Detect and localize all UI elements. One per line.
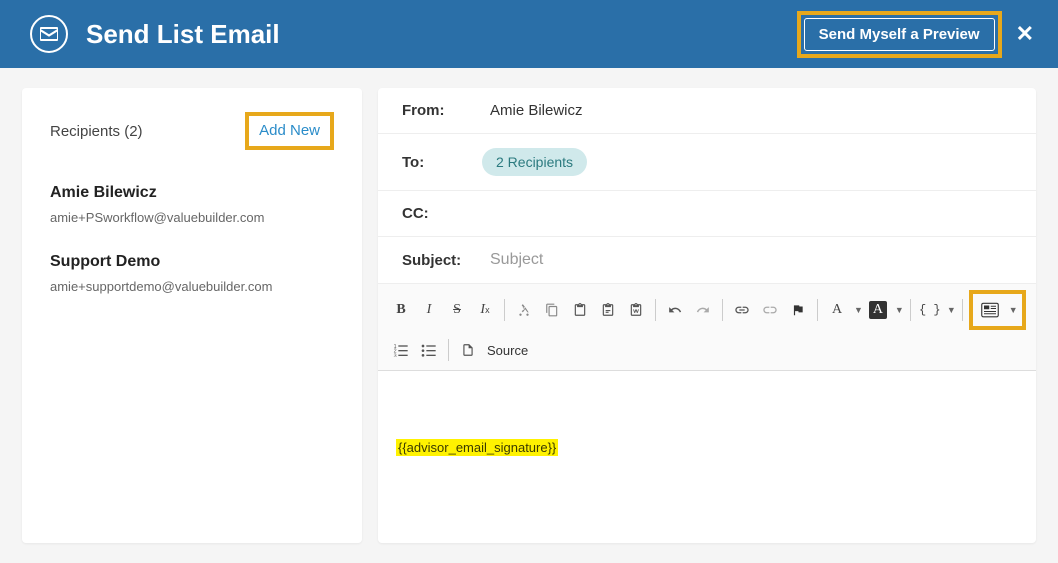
email-icon (30, 15, 68, 53)
undo-button[interactable] (662, 296, 688, 324)
variable-dropdown[interactable]: ▼ (947, 305, 956, 315)
recipient-item[interactable]: Amie Bilewicz amie+PSworkflow@valuebuild… (50, 184, 334, 225)
recipient-name: Support Demo (50, 253, 334, 271)
content-area: Recipients (2) Add New Amie Bilewicz ami… (0, 68, 1058, 563)
highlight-add-new: Add New (245, 112, 334, 150)
text-color-dropdown[interactable]: ▼ (854, 305, 863, 315)
from-row: From: Amie Bilewicz (378, 88, 1036, 134)
toolbar-separator (448, 339, 449, 361)
bg-color-dropdown[interactable]: ▼ (895, 305, 904, 315)
recipient-item[interactable]: Support Demo amie+supportdemo@valuebuild… (50, 253, 334, 294)
paste-word-button[interactable] (623, 296, 649, 324)
copy-button[interactable] (539, 296, 565, 324)
toolbar-separator (655, 299, 656, 321)
highlight-placeholder-button: ▼ (969, 290, 1026, 330)
to-label: To: (402, 154, 482, 171)
numbered-list-button[interactable]: 123 (388, 336, 414, 364)
bg-color-button[interactable]: A (865, 296, 891, 324)
add-new-link[interactable]: Add New (259, 122, 320, 139)
source-button[interactable]: Source (483, 343, 532, 358)
cut-button[interactable] (511, 296, 537, 324)
strikethrough-button[interactable]: S (444, 296, 470, 324)
from-label: From: (402, 102, 482, 119)
paste-button[interactable] (567, 296, 593, 324)
recipients-pill[interactable]: 2 Recipients (482, 148, 587, 176)
subject-row: Subject: (378, 237, 1036, 284)
link-button[interactable] (729, 296, 755, 324)
svg-text:3: 3 (394, 353, 397, 357)
send-preview-button[interactable]: Send Myself a Preview (804, 18, 995, 51)
to-row: To: 2 Recipients (378, 134, 1036, 191)
cc-row[interactable]: CC: (378, 191, 1036, 237)
paste-text-button[interactable] (595, 296, 621, 324)
flag-button[interactable] (785, 296, 811, 324)
insert-variable-button[interactable]: { } (917, 296, 943, 324)
cc-label: CC: (402, 205, 482, 222)
from-value[interactable]: Amie Bilewicz (482, 102, 583, 119)
toolbar-separator (722, 299, 723, 321)
placeholder-button[interactable] (977, 296, 1003, 324)
italic-button[interactable]: I (416, 296, 442, 324)
redo-button[interactable] (690, 296, 716, 324)
remove-format-button[interactable]: Ix (472, 296, 498, 324)
recipients-panel: Recipients (2) Add New Amie Bilewicz ami… (22, 88, 362, 543)
text-color-button[interactable]: A (824, 296, 850, 324)
source-icon[interactable] (455, 336, 481, 364)
recipients-count-label: Recipients (2) (50, 123, 143, 140)
app-header: Send List Email Send Myself a Preview ✕ (0, 0, 1058, 68)
bold-button[interactable]: B (388, 296, 414, 324)
signature-placeholder-token[interactable]: {{advisor_email_signature}} (396, 439, 558, 456)
compose-panel: From: Amie Bilewicz To: 2 Recipients CC:… (378, 88, 1036, 543)
recipient-email: amie+supportdemo@valuebuilder.com (50, 279, 334, 294)
editor-body[interactable]: {{advisor_email_signature}} (378, 371, 1036, 543)
toolbar-separator (910, 299, 911, 321)
bullet-list-button[interactable] (416, 336, 442, 364)
toolbar-separator (962, 299, 963, 321)
subject-label: Subject: (402, 252, 482, 269)
recipient-email: amie+PSworkflow@valuebuilder.com (50, 210, 334, 225)
toolbar-separator (504, 299, 505, 321)
placeholder-dropdown[interactable]: ▼ (1009, 305, 1018, 315)
subject-input[interactable] (482, 251, 1012, 269)
editor-toolbar: B I S Ix (378, 284, 1036, 371)
toolbar-separator (817, 299, 818, 321)
editor-empty-space (396, 391, 1018, 439)
recipients-header: Recipients (2) Add New (50, 112, 334, 150)
close-icon[interactable]: ✕ (1012, 17, 1038, 51)
recipient-name: Amie Bilewicz (50, 184, 334, 202)
highlight-preview: Send Myself a Preview (797, 11, 1002, 58)
page-title: Send List Email (86, 19, 797, 50)
unlink-button[interactable] (757, 296, 783, 324)
